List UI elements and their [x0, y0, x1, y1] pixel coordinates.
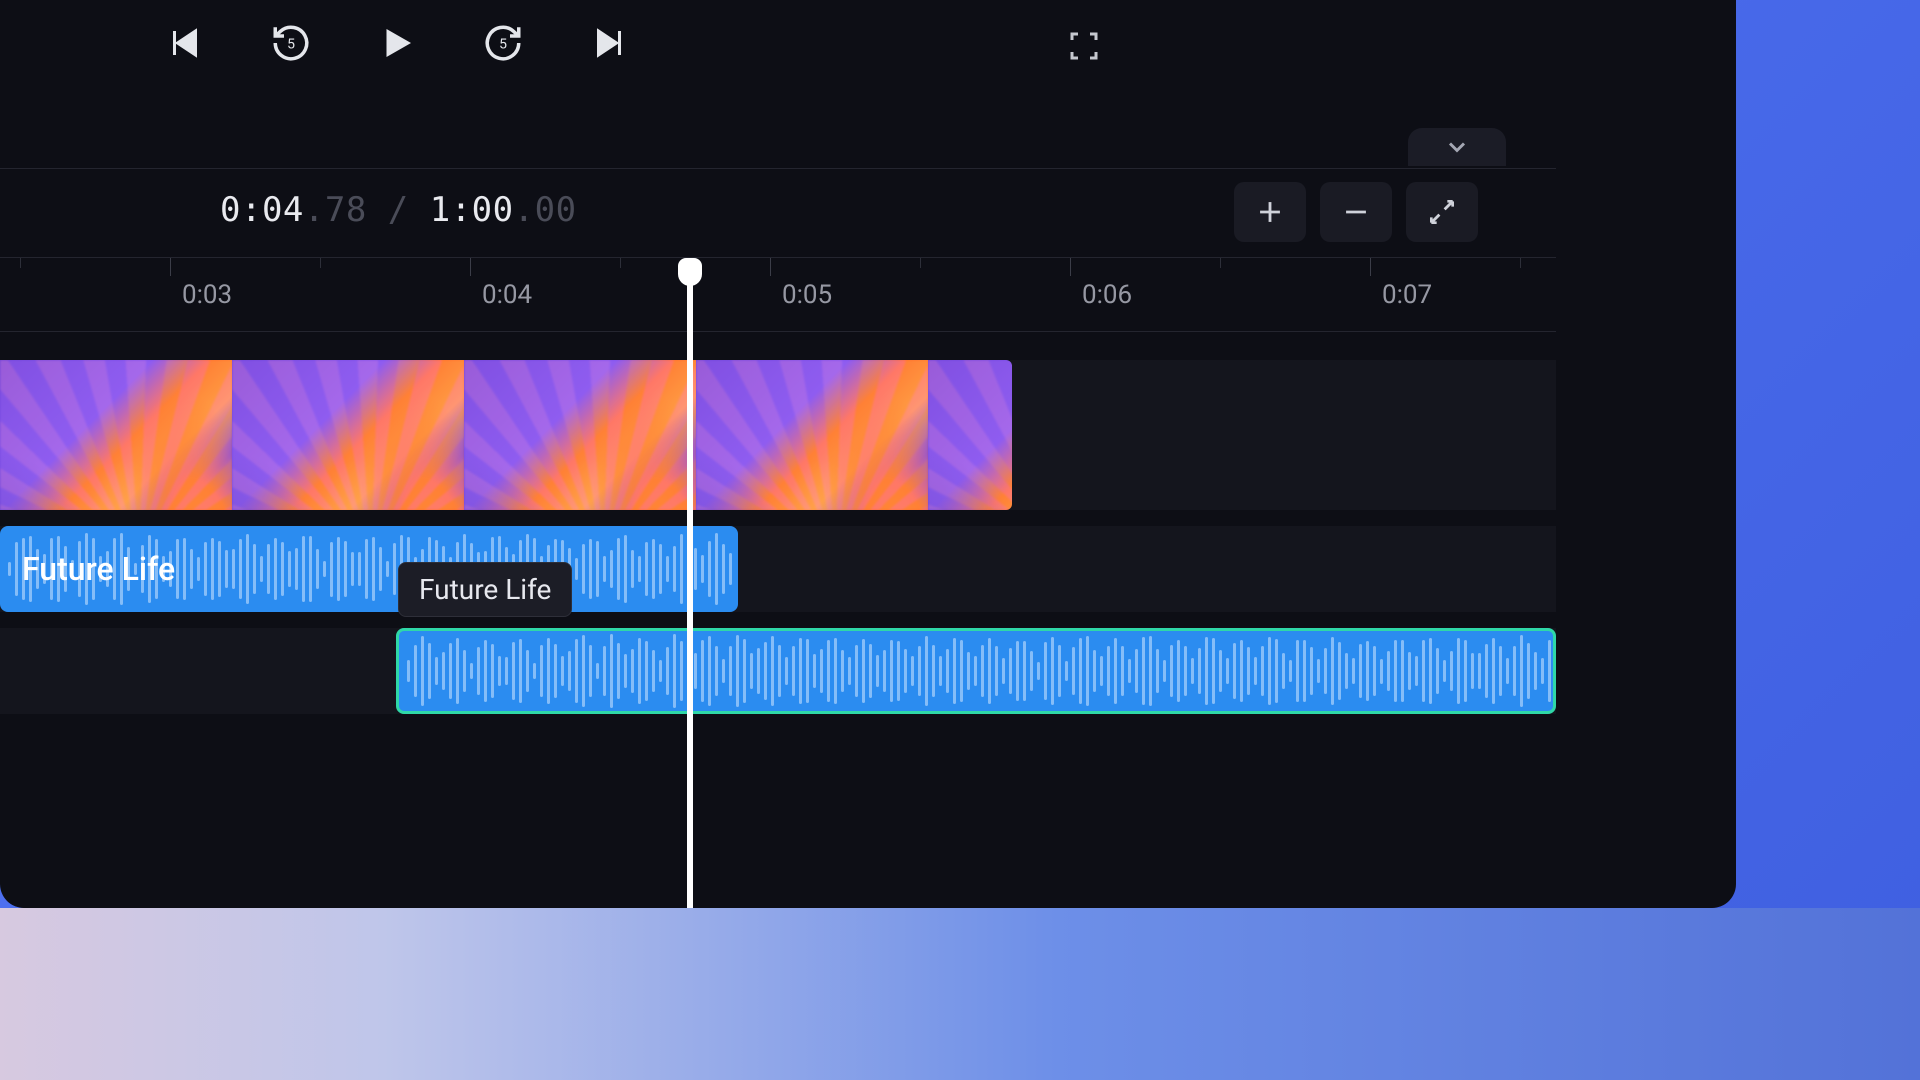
audio-track-1[interactable]: Future Life [0, 526, 1556, 612]
desktop-wallpaper [0, 908, 1920, 1080]
zoom-in-button[interactable] [1234, 182, 1306, 242]
skip-back-button[interactable] [160, 18, 210, 68]
clip-tooltip: Future Life [398, 562, 572, 617]
video-thumbnail [928, 360, 1012, 510]
audio-clip-1[interactable]: Future Life [0, 526, 738, 612]
rewind-5s-button[interactable]: 5 [266, 18, 316, 68]
video-thumbnail [0, 360, 232, 510]
playback-controls: 5 5 [160, 18, 634, 68]
video-track[interactable] [0, 360, 1556, 510]
zoom-out-button[interactable] [1320, 182, 1392, 242]
ruler-tick-label: 0:07 [1382, 280, 1432, 310]
total-time: 1:00 [430, 190, 514, 230]
collapse-panel-tab[interactable] [1408, 128, 1506, 166]
ruler-tick-label: 0:04 [482, 280, 532, 310]
forward-5s-button[interactable]: 5 [478, 18, 528, 68]
timeline-tracks: Future Life [0, 360, 1556, 714]
waveform-icon [399, 631, 1553, 711]
tooltip-text: Future Life [419, 573, 551, 606]
playhead[interactable] [687, 258, 693, 908]
zoom-fit-button[interactable] [1406, 182, 1478, 242]
ruler-tick-label: 0:03 [182, 280, 232, 310]
timeline-ruler[interactable]: 0:03 0:04 0:05 0:06 0:07 [0, 258, 1556, 332]
video-thumbnail [464, 360, 696, 510]
current-time-fraction: .78 [304, 190, 367, 230]
time-display: 0:04.78 / 1:00.00 [220, 190, 577, 230]
video-thumbnail [696, 360, 928, 510]
video-editor-window: 5 5 0:04.78 / 1:00.00 [0, 0, 1736, 908]
time-separator: / [367, 190, 430, 230]
video-clip[interactable] [0, 360, 1012, 510]
audio-clip-label: Future Life [22, 550, 175, 588]
current-time: 0:04 [220, 190, 304, 230]
zoom-controls [1234, 182, 1478, 242]
ruler-tick-label: 0:06 [1082, 280, 1132, 310]
audio-track-2[interactable] [0, 628, 1556, 714]
skip-forward-button[interactable] [584, 18, 634, 68]
fullscreen-button[interactable] [1060, 22, 1108, 70]
svg-text:5: 5 [499, 36, 507, 52]
ruler-tick-label: 0:05 [782, 280, 832, 310]
total-time-fraction: .00 [514, 190, 577, 230]
svg-text:5: 5 [287, 36, 295, 52]
audio-clip-2-selected[interactable] [396, 628, 1556, 714]
video-thumbnail [232, 360, 464, 510]
play-button[interactable] [372, 18, 422, 68]
